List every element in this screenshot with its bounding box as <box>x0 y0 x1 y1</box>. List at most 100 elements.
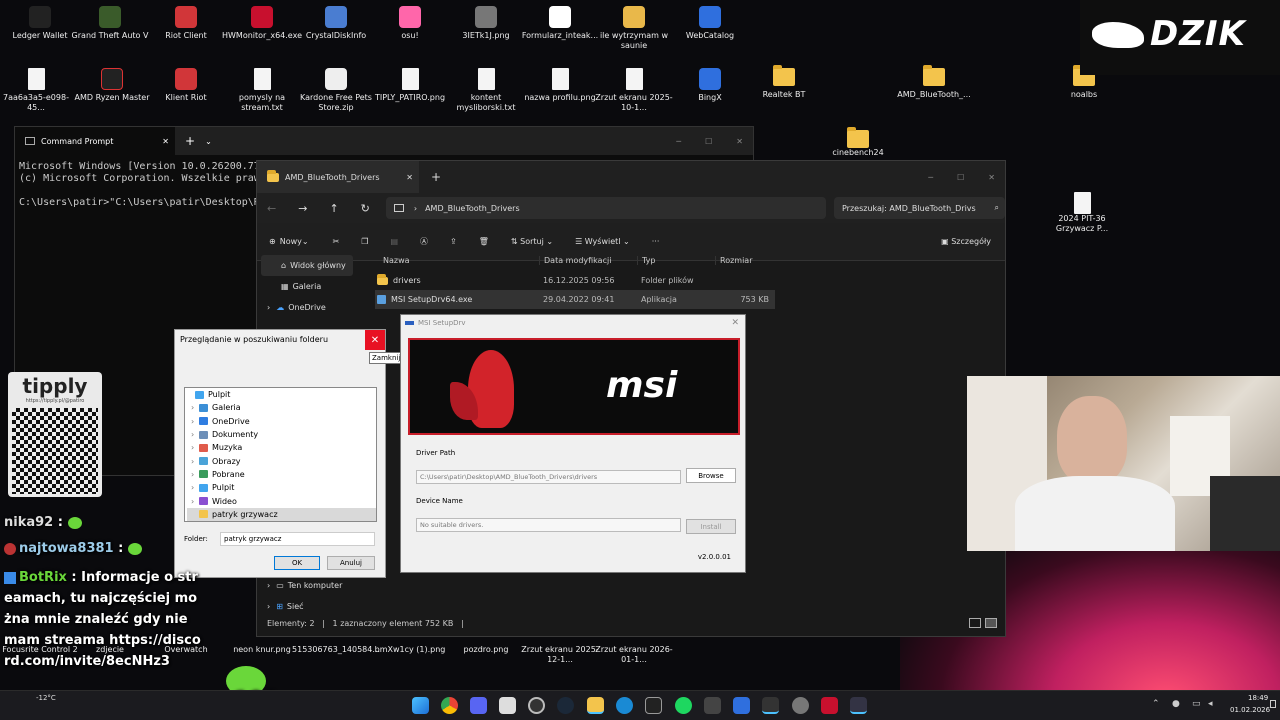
desktop-icon[interactable]: Zrzut ekranu 2025-10-1... <box>594 68 674 113</box>
terminal-icon[interactable] <box>762 697 779 714</box>
install-button[interactable]: Install <box>686 519 736 534</box>
desktop-icon[interactable]: BingX <box>670 68 750 103</box>
more-icon[interactable]: ··· <box>652 237 660 246</box>
tree-item[interactable]: Pulpit <box>187 388 376 401</box>
table-row[interactable]: drivers 16.12.2025 09:56 Folder plików <box>375 271 775 290</box>
msi-setup-icon[interactable] <box>850 697 867 714</box>
cut-icon[interactable]: ✂ <box>333 237 340 246</box>
explorer-tab[interactable]: AMD_BlueTooth_Drivers ✕ <box>257 161 419 193</box>
tray-chevron-icon[interactable]: ⌃ <box>1152 699 1160 709</box>
sidebar-item-home[interactable]: ⌂ Widok główny <box>261 255 353 276</box>
desktop-icon[interactable]: bmXw1cy (1).png <box>370 645 450 655</box>
chevron-right-icon[interactable]: › <box>191 403 199 412</box>
volume-icon[interactable]: ◂ <box>1208 699 1213 709</box>
desktop-icon[interactable]: pozdro.png <box>446 645 526 655</box>
chevron-right-icon[interactable]: › <box>191 430 199 439</box>
tree-item[interactable]: › Muzyka <box>187 441 376 454</box>
driver-path-input[interactable]: C:\Users\patir\Desktop\AMD_BlueTooth_Dri… <box>416 470 681 484</box>
column-size[interactable]: Rozmiar <box>715 255 769 265</box>
chevron-right-icon[interactable]: › <box>191 483 199 492</box>
table-row-selected[interactable]: MSI SetupDrv64.exe 29.04.2022 09:41 Apli… <box>375 290 775 309</box>
close-icon[interactable]: ✕ <box>731 318 739 328</box>
desktop-icon[interactable]: Realtek BT <box>744 65 824 100</box>
up-icon[interactable]: ↑ <box>329 202 338 215</box>
view-button[interactable]: ☰ Wyświetl ⌄ <box>575 237 630 246</box>
minimize-icon[interactable]: ─ <box>676 137 681 146</box>
desktop-icon[interactable]: Focusrite Control 2 <box>0 645 80 655</box>
desktop-icon[interactable]: WebCatalog <box>670 6 750 41</box>
maximize-icon[interactable]: ☐ <box>957 173 964 182</box>
desktop-icon[interactable]: Zrzut ekranu 2025-12-1... <box>520 645 600 665</box>
tree-item[interactable]: › Wideo <box>187 494 376 507</box>
address-bar[interactable]: › AMD_BlueTooth_Drivers <box>385 197 826 219</box>
details-view-icon[interactable] <box>969 618 981 628</box>
forward-icon[interactable]: → <box>298 202 307 215</box>
folder-input[interactable]: patryk grzywacz <box>220 532 375 546</box>
breadcrumb[interactable]: AMD_BlueTooth_Drivers <box>425 204 520 213</box>
desktop-icon[interactable]: osu! <box>370 6 450 41</box>
column-date[interactable]: Data modyfikacji <box>539 255 637 265</box>
sidebar-item-network[interactable]: › ⊞ Sieć <box>261 596 353 617</box>
clock-time[interactable]: 18:49 <box>1248 694 1268 702</box>
desktop-icon[interactable]: HWMonitor_x64.exe <box>222 6 302 41</box>
minimize-icon[interactable]: ─ <box>928 173 933 182</box>
tree-item[interactable]: › Pulpit <box>187 481 376 494</box>
window-close-icon[interactable]: ✕ <box>736 137 743 146</box>
folder-tree[interactable]: Pulpit › Galeria › OneDrive › Dokumenty › Muzyka… <box>184 387 377 522</box>
tree-item[interactable]: › Dokumenty <box>187 428 376 441</box>
sort-button[interactable]: ⇅ Sortuj ⌄ <box>511 237 553 246</box>
copy-icon[interactable]: ❐ <box>361 237 368 246</box>
back-icon[interactable]: ← <box>267 202 276 215</box>
column-type[interactable]: Typ <box>637 255 715 265</box>
rename-icon[interactable]: Ⓐ <box>420 236 428 247</box>
tree-item-selected[interactable]: patryk grzywacz <box>187 507 376 521</box>
notification-icon[interactable] <box>1270 700 1276 708</box>
desktop-icon[interactable]: ile wytrzymam w saunie <box>594 6 674 51</box>
file-explorer-icon[interactable] <box>587 697 604 714</box>
mail-icon[interactable] <box>704 697 721 714</box>
new-tab-icon[interactable]: + <box>185 134 195 148</box>
chevron-right-icon[interactable]: › <box>191 457 199 466</box>
desktop-icon-pit[interactable]: 2024 PIT-36 Grzywacz P... <box>1042 192 1122 234</box>
desktop-icon[interactable]: Riot Client <box>146 6 226 41</box>
obs-icon[interactable] <box>528 697 545 714</box>
mic-icon[interactable]: ● <box>1172 699 1180 709</box>
msi-setupdrv-window[interactable]: MSI SetupDrv ✕ msi Driver Path C:\Users\… <box>400 314 746 573</box>
clock-date[interactable]: 01.02.2026 <box>1230 706 1270 714</box>
hwmonitor-icon[interactable] <box>821 697 838 714</box>
weather-text[interactable]: -12°C <box>36 694 56 702</box>
network-icon[interactable]: ▭ <box>1192 699 1201 709</box>
browse-button[interactable]: Browse <box>686 468 736 483</box>
discord-icon[interactable] <box>470 697 487 714</box>
capcut-icon[interactable] <box>645 697 662 714</box>
tree-item[interactable]: › Galeria <box>187 401 376 414</box>
device-name-input[interactable]: No suitable drivers. <box>416 518 681 532</box>
desktop-icon[interactable]: Overwatch <box>146 645 226 655</box>
notepad-icon[interactable] <box>499 697 516 714</box>
new-tab-icon[interactable]: + <box>431 170 441 184</box>
desktop-icon[interactable]: Ledger Wallet <box>0 6 80 41</box>
start-icon[interactable] <box>412 697 429 714</box>
desktop-icon[interactable]: zdjecie <box>70 645 150 655</box>
cmd-tab[interactable]: Command Prompt ✕ <box>15 127 175 155</box>
desktop-icon[interactable]: Kardone Free Pets Store.zip <box>296 68 376 113</box>
window-close-icon[interactable]: ✕ <box>988 173 995 182</box>
new-button[interactable]: ⊕ Nowy ⌄ <box>269 237 309 246</box>
chevron-right-icon[interactable]: › <box>191 417 199 426</box>
sidebar-item-onedrive[interactable]: › ☁ OneDrive <box>261 297 353 318</box>
cancel-button[interactable]: Anuluj <box>327 556 375 570</box>
chevron-right-icon[interactable]: › <box>191 497 199 506</box>
desktop-icon[interactable]: pomysly na stream.txt <box>222 68 302 113</box>
close-icon[interactable]: ✕ <box>406 173 413 182</box>
share-icon[interactable]: ⇪ <box>450 237 457 246</box>
edge-icon[interactable] <box>616 697 633 714</box>
desktop-icon[interactable]: 515306763_140584... <box>292 645 380 655</box>
desktop-icon[interactable]: 3IETk1J.png <box>446 6 526 41</box>
details-button[interactable]: ▣ Szczegóły <box>941 237 991 246</box>
desktop-icon[interactable]: AMD Ryzen Master <box>72 68 152 103</box>
browse-folder-dialog[interactable]: Przeglądanie w poszukiwaniu folderu ✕ Pu… <box>174 329 386 578</box>
chevron-down-icon[interactable]: ⌄ <box>205 137 212 146</box>
paste-icon[interactable]: ▤ <box>390 237 398 246</box>
desktop-icon[interactable]: nazwa profilu.png <box>520 68 600 103</box>
settings-icon[interactable] <box>792 697 809 714</box>
